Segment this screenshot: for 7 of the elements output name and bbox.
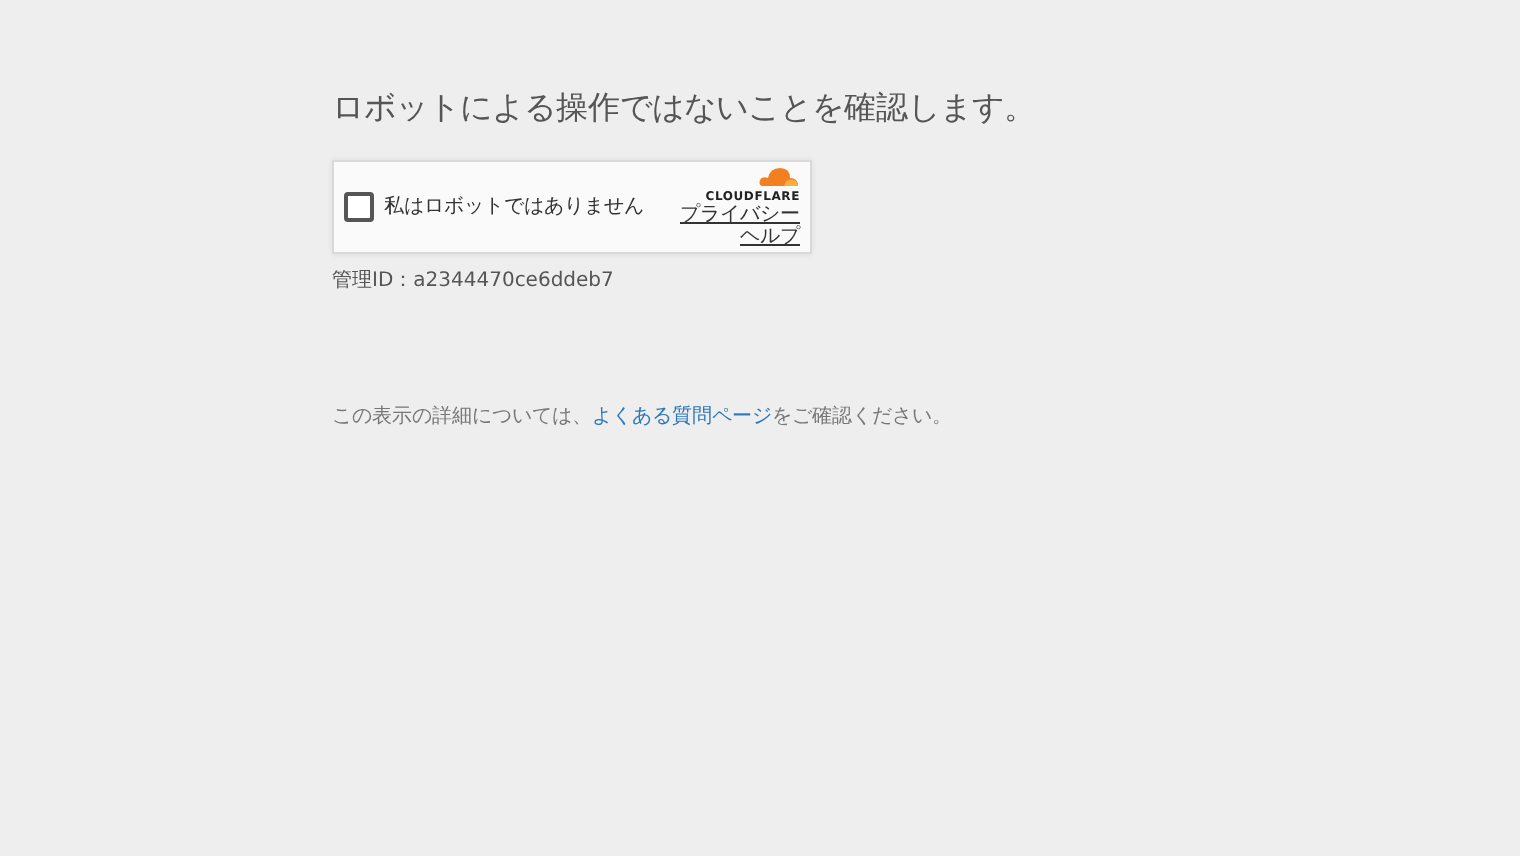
ray-id-text: 管理ID：a2344470ce6ddeb7 (332, 268, 616, 297)
page-heading: ロボットによる操作ではないことを確認します。 (332, 88, 1038, 127)
checkbox-label: 私はロボットではありません (384, 194, 644, 223)
widget-link[interactable]: プライバシー (680, 206, 800, 228)
widget-link[interactable]: ヘルプ (740, 227, 800, 249)
footer-text: この表示の詳細については、よくある質問ページをご確認ください。 (332, 403, 954, 433)
faq-link[interactable]: よくある質問ページ (592, 406, 772, 429)
